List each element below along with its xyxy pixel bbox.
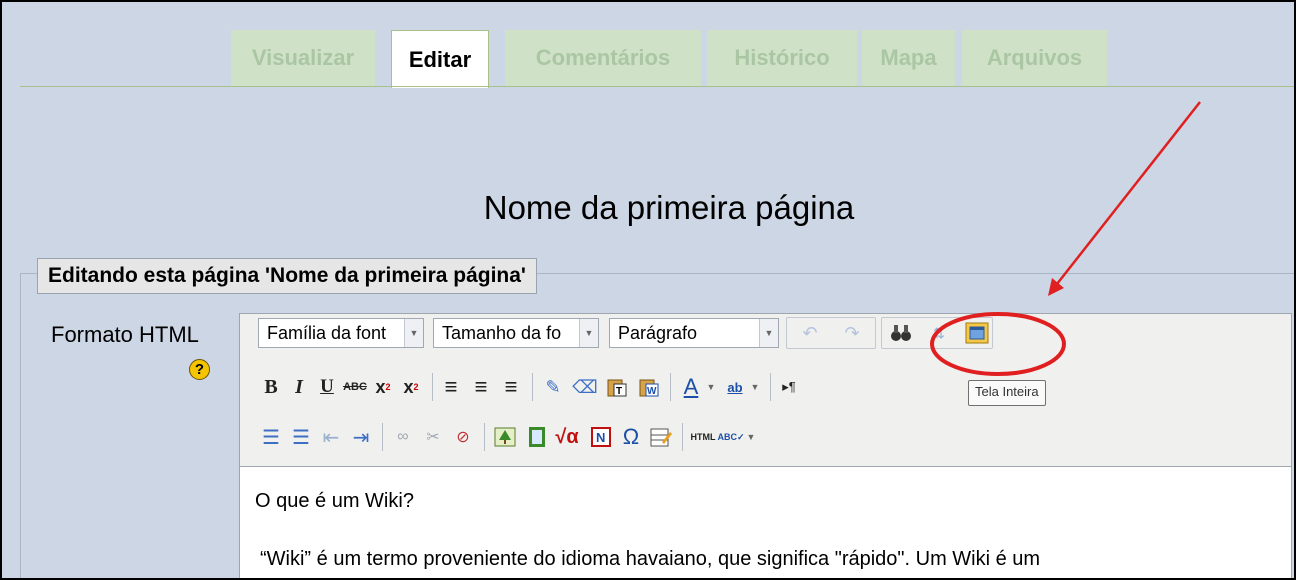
annotation-arrow xyxy=(1056,101,1201,285)
highlight-circle xyxy=(930,312,1066,376)
annotation-overlay xyxy=(930,101,1201,376)
arrow-head xyxy=(1048,278,1064,296)
app-frame: Visualizar Editar Comentários Histórico … xyxy=(0,0,1296,580)
